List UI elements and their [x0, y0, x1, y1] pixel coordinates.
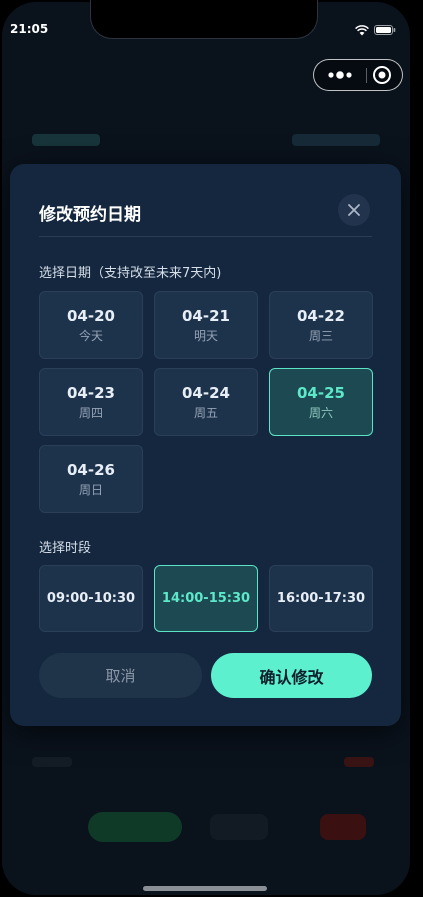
close-button[interactable]: [338, 194, 370, 226]
date-value: 04-24: [182, 384, 230, 402]
notch: [90, 0, 318, 39]
phone-frame: 21:05 修改预约日期 选择日期（支持改至未来7天内) 04-20 今天 04…: [0, 0, 423, 897]
miniprogram-capsule: [313, 59, 403, 91]
slot-section-label: 选择时段: [39, 541, 92, 556]
modal-title: 修改预约日期: [39, 205, 141, 225]
battery-icon: [374, 25, 396, 35]
date-weekday: 明天: [193, 329, 218, 343]
confirm-button[interactable]: 确认修改: [211, 653, 372, 698]
background-placeholder: [344, 757, 374, 767]
date-weekday: 周三: [308, 329, 333, 343]
date-option[interactable]: 04-23 周四: [39, 368, 143, 436]
date-value: 04-23: [67, 384, 115, 402]
date-weekday: 周五: [193, 406, 218, 420]
reschedule-modal: 修改预约日期 选择日期（支持改至未来7天内) 04-20 今天 04-21 明天: [10, 164, 401, 726]
date-weekday: 今天: [78, 329, 103, 343]
cancel-button[interactable]: 取消: [39, 653, 202, 698]
date-option[interactable]: 04-22 周三: [269, 291, 373, 359]
background-button: [210, 814, 268, 840]
date-weekday: 周日: [78, 483, 103, 497]
date-value: 04-21: [182, 307, 230, 325]
close-icon: [348, 204, 360, 216]
date-option[interactable]: 04-21 明天: [154, 291, 258, 359]
background-row: [32, 754, 380, 770]
date-option[interactable]: 04-24 周五: [154, 368, 258, 436]
date-weekday: 周六: [308, 406, 333, 420]
date-options: 04-20 今天 04-21 明天 04-22 周三 04-23 周四 04-2…: [39, 291, 373, 513]
home-indicator[interactable]: [143, 886, 267, 891]
date-section-label: 选择日期（支持改至未来7天内): [39, 266, 222, 281]
background-button: [88, 812, 182, 842]
time-slot-option[interactable]: 09:00-10:30: [39, 565, 143, 632]
date-value: 04-25: [297, 384, 345, 402]
date-option[interactable]: 04-26 周日: [39, 445, 143, 513]
modal-divider: [39, 236, 372, 237]
more-icon[interactable]: [327, 70, 353, 80]
screen: 21:05 修改预约日期 选择日期（支持改至未来7天内) 04-20 今天 04…: [2, 2, 410, 895]
background-row: [32, 130, 380, 150]
capsule-divider: [366, 68, 367, 83]
date-value: 04-22: [297, 307, 345, 325]
background-placeholder: [32, 757, 72, 767]
date-option[interactable]: 04-20 今天: [39, 291, 143, 359]
status-time: 21:05: [10, 22, 49, 36]
time-slot-option[interactable]: 16:00-17:30: [269, 565, 373, 632]
background-button: [320, 814, 366, 840]
status-icons: [355, 24, 396, 36]
wifi-icon: [355, 24, 369, 35]
time-slot-options: 09:00-10:30 14:00-15:30 16:00-17:30: [39, 565, 373, 632]
date-weekday: 周四: [78, 406, 103, 420]
date-option[interactable]: 04-25 周六: [269, 368, 373, 436]
date-value: 04-26: [67, 461, 115, 479]
target-icon[interactable]: [372, 65, 392, 85]
date-value: 04-20: [67, 307, 115, 325]
time-slot-option[interactable]: 14:00-15:30: [154, 565, 258, 632]
background-placeholder: [32, 134, 100, 146]
background-placeholder: [292, 134, 380, 146]
